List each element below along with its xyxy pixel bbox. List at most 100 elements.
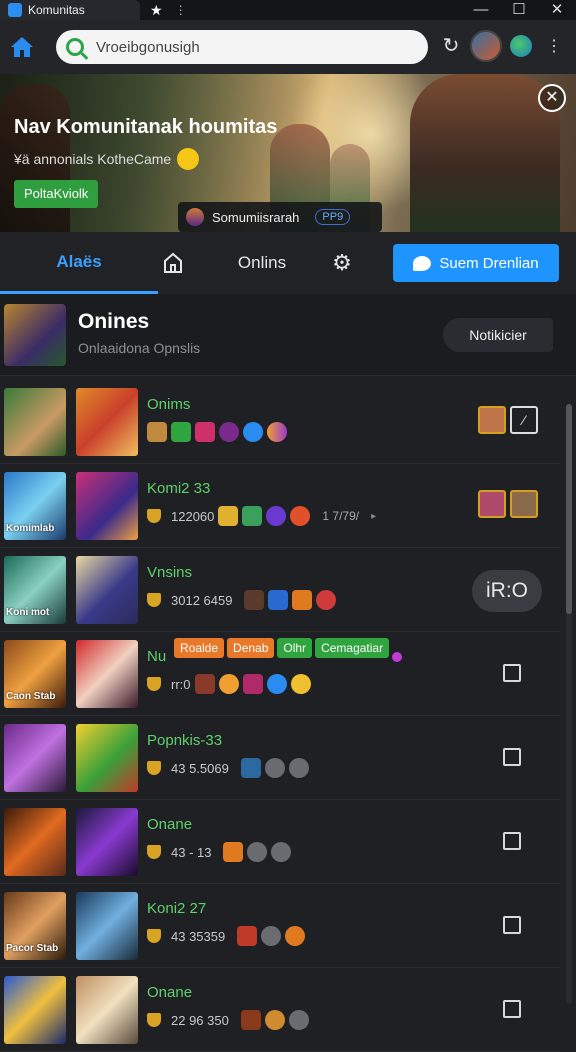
member-thumb-primary xyxy=(4,808,66,876)
member-meta xyxy=(147,422,287,442)
member-thumb-primary xyxy=(4,388,66,456)
item-icon xyxy=(261,926,282,946)
list-item[interactable]: Pacor Stab Koni2 27 43 35359 xyxy=(0,884,560,968)
window-controls: — ☐ ✕ xyxy=(462,0,576,20)
item-icon xyxy=(194,674,215,694)
home-button[interactable] xyxy=(0,20,44,74)
search-input[interactable] xyxy=(96,38,396,56)
row-checkbox[interactable] xyxy=(503,748,521,766)
item-icon xyxy=(247,842,268,862)
member-score: 22 96 350 xyxy=(171,1012,229,1028)
list-item[interactable]: Koni mot Vnsins 3012 6459 iR:O xyxy=(0,548,560,632)
item-icon xyxy=(267,422,287,442)
member-score: 43 - 13 xyxy=(171,844,212,860)
app-icon xyxy=(8,3,22,17)
list-title: Onines xyxy=(78,310,150,333)
banner-chip[interactable]: Somumiisrarah PP9 xyxy=(178,202,382,232)
member-name: Popnkis-33 xyxy=(147,732,223,749)
list-item[interactable]: Popnkis-33 43 5.5069 xyxy=(0,716,560,800)
minimize-button[interactable]: — xyxy=(462,0,500,20)
member-thumb-primary xyxy=(4,724,66,792)
tab-onlins[interactable]: Onlins xyxy=(202,232,322,294)
send-message-button[interactable]: Suem Drenlian xyxy=(393,244,559,282)
chip-avatar xyxy=(186,208,204,226)
gear-icon[interactable]: ⚙ xyxy=(322,232,362,294)
menu-kebab-icon[interactable]: ⋮ xyxy=(546,36,562,56)
member-score: 43 5.5069 xyxy=(171,760,229,776)
member-thumb-primary: Koni mot xyxy=(4,556,66,624)
row-checkbox[interactable] xyxy=(503,664,521,682)
member-face xyxy=(478,406,506,434)
star-icon[interactable]: ★ xyxy=(150,2,163,19)
item-icon xyxy=(242,674,263,694)
member-thumb-secondary xyxy=(76,808,138,876)
tag-chip[interactable]: Roalde xyxy=(174,638,225,658)
item-icon xyxy=(285,926,306,946)
list-header: Onines Onlaaidona Opnslis Notikicier xyxy=(0,294,576,376)
item-icon xyxy=(244,590,265,610)
member-thumb-secondary xyxy=(76,976,138,1044)
tab-alaes[interactable]: Alaës xyxy=(0,232,158,294)
member-name: Onane xyxy=(147,984,193,1001)
item-icon xyxy=(218,674,239,694)
house-outline-icon xyxy=(164,252,182,273)
banner-title: Nav Komunitanak houmitas xyxy=(14,116,278,138)
member-meta: 43 5.5069 xyxy=(147,758,309,778)
item-icon xyxy=(240,758,261,778)
item-icon xyxy=(266,674,287,694)
item-icon xyxy=(147,422,167,442)
trophy-icon xyxy=(147,929,161,943)
member-meta: 22 96 350 xyxy=(147,1010,309,1030)
row-actions xyxy=(478,490,538,518)
row-checkbox[interactable] xyxy=(503,916,521,934)
thumb-caption: Koni mot xyxy=(6,607,50,618)
member-face[interactable] xyxy=(478,490,506,518)
notify-button[interactable]: Notikicier xyxy=(443,318,553,352)
close-window-button[interactable]: ✕ xyxy=(538,0,576,20)
edit-icon[interactable]: ⁄ xyxy=(510,406,538,434)
member-meta: 43 - 13 xyxy=(147,842,292,862)
home-icon xyxy=(11,37,33,57)
list-item[interactable]: Komimlab Komi2 33 122060 1 7/79/ ▸ xyxy=(0,464,560,548)
user-avatar[interactable] xyxy=(470,30,502,62)
notification-dot xyxy=(392,652,403,662)
row-actions: ⁄ xyxy=(478,406,538,434)
close-icon[interactable]: ✕ xyxy=(538,84,566,112)
member-meta: 43 35359 xyxy=(147,926,306,946)
trophy-icon xyxy=(147,1013,161,1027)
refresh-icon[interactable]: ↻ xyxy=(440,35,462,57)
toolbar: ↻ ⋮ xyxy=(0,20,576,74)
more-icon[interactable]: ⋮ xyxy=(175,3,187,17)
app-tab[interactable]: Komunitas xyxy=(0,0,140,20)
item-icon xyxy=(242,506,263,526)
scrollbar-thumb[interactable] xyxy=(566,404,572,614)
row-checkbox[interactable] xyxy=(503,1000,521,1018)
tag-list: Roalde Denab Olhr Cemagatiar xyxy=(174,638,403,662)
search-bar[interactable] xyxy=(56,30,428,64)
caret-right-icon: ▸ xyxy=(371,510,377,522)
member-meta: 122060 1 7/79/ ▸ xyxy=(147,506,376,526)
thumb-caption: Pacor Stab xyxy=(6,943,59,954)
row-checkbox[interactable] xyxy=(503,832,521,850)
list-item[interactable]: Caon Stab Nu Roalde Denab Olhr Cemagatia… xyxy=(0,632,560,716)
status-pill-button[interactable]: iR:O xyxy=(472,570,542,612)
window-title: Komunitas xyxy=(28,3,85,17)
thumb-caption: Caon Stab xyxy=(6,691,56,702)
smiley-icon xyxy=(177,148,200,170)
tag-chip[interactable]: Cemagatiar xyxy=(315,638,390,658)
tag-chip[interactable]: Denab xyxy=(227,638,275,658)
list-item[interactable]: Onane 43 - 13 xyxy=(0,800,560,884)
group-avatar xyxy=(4,304,66,366)
list-item[interactable]: Onane 22 96 350 xyxy=(0,968,560,1052)
item-icon xyxy=(288,1010,309,1030)
tag-chip[interactable]: Olhr xyxy=(277,638,313,658)
member-face[interactable] xyxy=(510,490,538,518)
member-name: Onims xyxy=(147,396,191,413)
globe-icon[interactable] xyxy=(510,35,532,57)
toolbar-actions: ↻ ⋮ xyxy=(440,30,562,62)
list-item[interactable]: Onims ⁄ xyxy=(0,380,560,464)
member-thumb-primary xyxy=(4,976,66,1044)
maximize-button[interactable]: ☐ xyxy=(500,0,538,20)
banner-action-button[interactable]: PoltaKviolk xyxy=(14,180,99,208)
tab-home[interactable] xyxy=(158,232,188,294)
